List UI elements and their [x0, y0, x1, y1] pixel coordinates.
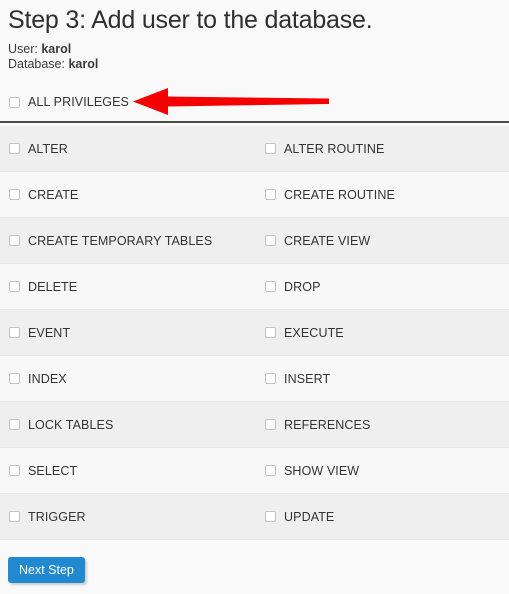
- privilege-checkbox[interactable]: [265, 143, 276, 154]
- privilege-cell[interactable]: DELETE: [0, 264, 265, 309]
- privilege-label: INSERT: [284, 371, 331, 386]
- privilege-label: EXECUTE: [284, 325, 344, 340]
- privilege-cell[interactable]: DROP: [265, 264, 509, 309]
- privilege-cell[interactable]: INDEX: [0, 356, 265, 401]
- privilege-checkbox[interactable]: [265, 189, 276, 200]
- all-privileges-label: ALL PRIVILEGES: [28, 95, 129, 109]
- privilege-cell[interactable]: SELECT: [0, 448, 265, 493]
- privileges-table: ALTER ALTER ROUTINE CREATE CREATE ROUTINE CR…: [0, 126, 509, 540]
- table-row: INDEX INSERT: [0, 356, 509, 402]
- add-user-wizard-step3: Step 3: Add user to the database. User: …: [0, 0, 509, 594]
- privilege-checkbox[interactable]: [9, 511, 20, 522]
- privilege-cell[interactable]: CREATE TEMPORARY TABLES: [0, 218, 265, 263]
- privilege-cell[interactable]: ALTER ROUTINE: [265, 126, 509, 171]
- privilege-checkbox[interactable]: [265, 373, 276, 384]
- privilege-label: DROP: [284, 279, 321, 294]
- privilege-checkbox[interactable]: [9, 143, 20, 154]
- privilege-label: SHOW VIEW: [284, 463, 360, 478]
- privilege-label: CREATE: [28, 187, 79, 202]
- privilege-checkbox[interactable]: [9, 465, 20, 476]
- privilege-cell[interactable]: TRIGGER: [0, 494, 265, 539]
- privilege-label: CREATE TEMPORARY TABLES: [28, 233, 213, 248]
- user-value: karol: [41, 42, 72, 56]
- section-divider: [0, 121, 509, 123]
- table-row: CREATE CREATE ROUTINE: [0, 172, 509, 218]
- database-value: karol: [68, 57, 99, 71]
- privilege-checkbox[interactable]: [9, 281, 20, 292]
- privilege-cell[interactable]: CREATE ROUTINE: [265, 172, 509, 217]
- table-row: LOCK TABLES REFERENCES: [0, 402, 509, 448]
- privilege-cell[interactable]: CREATE: [0, 172, 265, 217]
- database-line: Database: karol: [8, 57, 98, 72]
- privilege-cell[interactable]: INSERT: [265, 356, 509, 401]
- privilege-cell[interactable]: REFERENCES: [265, 402, 509, 447]
- privilege-checkbox[interactable]: [265, 465, 276, 476]
- privilege-cell[interactable]: EXECUTE: [265, 310, 509, 355]
- table-row: DELETE DROP: [0, 264, 509, 310]
- privilege-label: REFERENCES: [284, 417, 371, 432]
- privilege-label: LOCK TABLES: [28, 417, 114, 432]
- privilege-checkbox[interactable]: [9, 327, 20, 338]
- privilege-label: CREATE VIEW: [284, 233, 371, 248]
- privilege-cell[interactable]: EVENT: [0, 310, 265, 355]
- table-row: EVENT EXECUTE: [0, 310, 509, 356]
- privilege-label: ALTER: [28, 141, 68, 156]
- privilege-checkbox[interactable]: [9, 189, 20, 200]
- privilege-label: INDEX: [28, 371, 67, 386]
- privilege-label: UPDATE: [284, 509, 335, 524]
- privilege-checkbox[interactable]: [265, 281, 276, 292]
- table-row: ALTER ALTER ROUTINE: [0, 126, 509, 172]
- privilege-cell[interactable]: UPDATE: [265, 494, 509, 539]
- privilege-label: ALTER ROUTINE: [284, 141, 385, 156]
- user-label: User:: [8, 42, 38, 56]
- privilege-checkbox[interactable]: [9, 235, 20, 246]
- privilege-label: CREATE ROUTINE: [284, 187, 395, 202]
- table-row: CREATE TEMPORARY TABLES CREATE VIEW: [0, 218, 509, 264]
- all-privileges-row[interactable]: ALL PRIVILEGES: [0, 88, 509, 116]
- privilege-cell[interactable]: LOCK TABLES: [0, 402, 265, 447]
- privilege-cell[interactable]: ALTER: [0, 126, 265, 171]
- privilege-checkbox[interactable]: [9, 373, 20, 384]
- privilege-label: DELETE: [28, 279, 78, 294]
- privilege-label: SELECT: [28, 463, 78, 478]
- privilege-checkbox[interactable]: [265, 419, 276, 430]
- privilege-checkbox[interactable]: [265, 511, 276, 522]
- page-title: Step 3: Add user to the database.: [8, 6, 373, 34]
- privilege-label: TRIGGER: [28, 509, 86, 524]
- all-privileges-checkbox[interactable]: [9, 96, 20, 108]
- privilege-label: EVENT: [28, 325, 71, 340]
- user-database-summary: User: karol Database: karol: [8, 42, 98, 72]
- privilege-cell[interactable]: SHOW VIEW: [265, 448, 509, 493]
- privilege-checkbox[interactable]: [9, 419, 20, 430]
- table-row: TRIGGER UPDATE: [0, 494, 509, 540]
- privilege-checkbox[interactable]: [265, 235, 276, 246]
- table-row: SELECT SHOW VIEW: [0, 448, 509, 494]
- database-label: Database:: [8, 57, 65, 71]
- privilege-cell[interactable]: CREATE VIEW: [265, 218, 509, 263]
- privilege-checkbox[interactable]: [265, 327, 276, 338]
- user-line: User: karol: [8, 42, 98, 57]
- next-step-button[interactable]: Next Step: [8, 557, 85, 583]
